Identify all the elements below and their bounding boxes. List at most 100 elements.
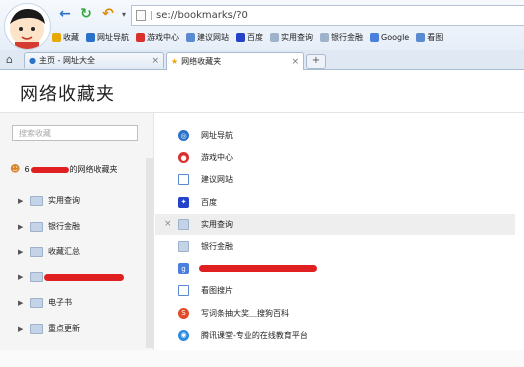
baidu-icon (236, 32, 245, 42)
page-icon (416, 32, 426, 42)
bookmark-row-label: 写词条抽大奖＿搜狗百科 (201, 308, 289, 318)
close-icon[interactable]: × (291, 57, 299, 67)
folder-tree-panel: 搜索收藏 ☻ 6 的网络收藏夹 ▶ 实用查询 ▶ 银行金融 ▶ 收藏汇总 ▶ ▶ 电子书 ▶ 重点更… (0, 113, 154, 350)
bookmark-row[interactable]: ◉ 腾讯课堂-专业的在线教育平台 (155, 325, 515, 346)
bookmark-row[interactable]: × 实用查询 (155, 213, 515, 235)
bookmark-row[interactable]: S 写词条抽大奖＿搜狗百科 (155, 303, 515, 324)
bookmark-label: 看图 (427, 32, 444, 42)
bookmark-row-label: 网址导航 (201, 131, 233, 140)
redaction-mark (199, 265, 317, 273)
tab-label: 主页 - 网址大全 (38, 56, 95, 65)
undo-dropdown-icon[interactable]: ▾ (116, 6, 132, 22)
page-title: 网络收藏夹 (20, 84, 115, 105)
bookmark-row[interactable]: ● 游戏中心 (155, 147, 515, 168)
bookmark-row[interactable]: ◎ 网址导航 (155, 125, 515, 146)
tab-homepage[interactable]: ● 主页 - 网址大全 × (24, 52, 164, 68)
root-prefix: 6 (24, 165, 30, 174)
new-tab-button[interactable]: + (306, 54, 326, 69)
bookmark-label: 实用查询 (281, 32, 313, 42)
tree-folder-label: 收藏汇总 (48, 247, 80, 256)
bookmark-list: ◎ 网址导航 ● 游戏中心建议网站 ✦ 百度 × 实用查询银行金融 g 看图搜片 S 写词条抽大奖＿搜… (155, 113, 524, 350)
tree-folder[interactable]: ▶ 收藏汇总 (18, 246, 80, 257)
bookmark-row-label: 实用查询 (201, 219, 233, 229)
search-input[interactable]: 搜索收藏 (12, 125, 138, 141)
separator: | (150, 10, 154, 21)
scrollbar[interactable] (146, 158, 153, 348)
tab-strip: ⌂ ● 主页 - 网址大全 × ★ 网络收藏夹 × + (0, 50, 524, 70)
tab-label: 网络收藏夹 (181, 57, 222, 66)
close-icon[interactable]: × (151, 56, 159, 66)
bookmark-row-label: 百度 (201, 197, 217, 207)
tree-folder-label: 实用查询 (48, 196, 80, 205)
expand-arrow-icon[interactable]: ▶ (18, 299, 30, 307)
tree-folder[interactable]: ▶ 电子书 (18, 297, 72, 308)
bookmark-4[interactable]: 百度 (236, 32, 263, 43)
tree-folder[interactable]: ▶ 实用查询 (18, 195, 80, 206)
tree-root[interactable]: ☻ 6 的网络收藏夹 (10, 164, 118, 175)
page-icon (178, 285, 189, 297)
bookmark-0[interactable]: 收藏 (52, 32, 79, 43)
url-text: se://bookmarks/?0 (156, 10, 248, 21)
baidu-icon: ✦ (178, 196, 189, 208)
page-icon (186, 32, 195, 42)
root-label: 的网络收藏夹 (69, 165, 118, 174)
tab-bookmarks[interactable]: ★ 网络收藏夹 × (166, 52, 304, 70)
folder-icon (30, 323, 43, 334)
bookmark-label: 网址导航 (97, 32, 129, 42)
expand-arrow-icon[interactable]: ▶ (18, 325, 30, 333)
bookmark-row[interactable]: 银行金融 (155, 236, 515, 257)
expand-arrow-icon[interactable]: ▶ (18, 223, 30, 231)
bookmark-8[interactable]: 看图 (416, 32, 443, 43)
expand-arrow-icon[interactable]: ▶ (18, 197, 30, 205)
folder-icon (270, 32, 279, 42)
bookmark-label: 游戏中心 (147, 32, 179, 42)
home-icon[interactable]: ⌂ (6, 53, 13, 66)
star-icon (52, 32, 61, 42)
page-icon (136, 10, 146, 21)
tree-folder[interactable]: ▶ 重点更新 (18, 323, 80, 334)
bookmark-row[interactable]: 建议网站 (155, 169, 515, 190)
bookmark-row-label: 银行金融 (201, 242, 233, 251)
bookmark-label: 银行金融 (331, 32, 363, 42)
tree-folder[interactable]: ▶ (18, 272, 124, 282)
folder-icon (320, 32, 329, 42)
bookmark-6[interactable]: 银行金融 (320, 32, 363, 43)
qq-classroom-icon: ◉ (178, 329, 189, 341)
delete-icon[interactable]: × (164, 219, 172, 229)
top-toolbar: ← ↻ ↶ ▾ | se://bookmarks/?0 收藏 网址导航 游戏中心 建议… (0, 0, 524, 50)
folder-icon (178, 241, 189, 252)
redaction-mark (30, 166, 69, 173)
bookmark-1[interactable]: 网址导航 (86, 32, 129, 43)
bookmark-5[interactable]: 实用查询 (270, 32, 313, 43)
bookmark-row[interactable]: ✦ 百度 (155, 192, 515, 213)
compass-icon (86, 32, 95, 42)
bookmark-row-label: 建议网站 (201, 175, 233, 185)
tree-folder-label: 重点更新 (48, 324, 80, 333)
bookmark-3[interactable]: 建议网站 (186, 32, 229, 43)
bookmark-row[interactable]: 看图搜片 (155, 280, 515, 301)
tree-folder-label: 电子书 (48, 298, 72, 307)
sogou-icon: S (178, 307, 189, 319)
status-area (0, 350, 524, 367)
tree-folder[interactable]: ▶ 银行金融 (18, 221, 80, 232)
bookmark-row-label: 看图搜片 (201, 286, 233, 296)
bookmark-row[interactable]: g (155, 258, 515, 279)
bookmark-7[interactable]: Google (370, 32, 409, 42)
refresh-icon[interactable]: ↻ (78, 6, 94, 22)
compass-icon: ◎ (178, 130, 189, 141)
folder-icon (30, 272, 43, 282)
page-icon (178, 174, 189, 186)
address-bar[interactable]: | se://bookmarks/?0 (131, 5, 524, 26)
gamepad-icon (136, 32, 145, 42)
folder-icon (30, 195, 43, 206)
expand-arrow-icon[interactable]: ▶ (18, 273, 30, 281)
user-avatar[interactable] (4, 3, 51, 50)
bookmarks-bar: 收藏 网址导航 游戏中心 建议网站 百度 实用查询 银行金融 Google 看图 (52, 29, 524, 45)
bookmark-label: 建议网站 (197, 32, 229, 42)
google-icon (370, 32, 379, 42)
folder-icon (30, 297, 43, 308)
expand-arrow-icon[interactable]: ▶ (18, 248, 30, 256)
bookmark-2[interactable]: 游戏中心 (136, 32, 179, 43)
back-icon[interactable]: ← (57, 6, 73, 22)
undo-icon[interactable]: ↶ (100, 6, 116, 22)
